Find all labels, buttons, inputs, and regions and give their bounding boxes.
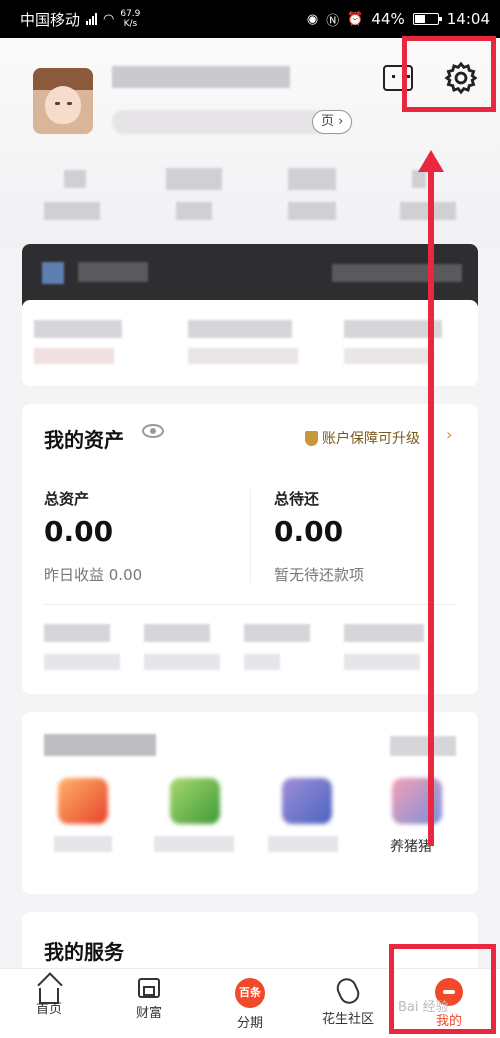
account-guarantee-link[interactable]: 账户保障可升级 (305, 428, 420, 448)
app-label-blurred (54, 836, 112, 852)
username-blurred (112, 66, 290, 88)
banner-logo-blurred (42, 262, 64, 284)
app-icon[interactable] (392, 778, 442, 824)
divider (250, 490, 251, 582)
shield-icon (305, 430, 318, 446)
quick-entry-sub-blurred (188, 348, 298, 364)
total-assets-value[interactable]: 0.00 (44, 515, 113, 548)
assets-title: 我的资产 (44, 428, 124, 452)
status-bar: 中国移动 ◠ 67.9 K/s ◉ Ⓝ ⏰ 44% 14:04 (0, 0, 500, 38)
banner-action-blurred (332, 264, 462, 282)
app-icon[interactable] (58, 778, 108, 824)
quick-entry-sub-blurred (344, 348, 434, 364)
clock: 14:04 (446, 10, 490, 28)
asset-item-blurred[interactable] (344, 624, 424, 642)
highlight-box-settings (402, 36, 496, 112)
services-title: 我的服务 (44, 940, 124, 964)
eye-comfort-icon: ◉ (306, 11, 319, 27)
profile-page-link[interactable]: 页 › (312, 110, 353, 134)
tab-wealth[interactable]: 财富 (114, 978, 184, 1021)
tab-label: 财富 (135, 1006, 162, 1021)
yesterday-income: 昨日收益 0.00 (44, 566, 143, 584)
avatar-face (45, 86, 81, 124)
divider (44, 604, 456, 605)
tab-installment[interactable]: 百条 分期 (215, 978, 285, 1031)
asset-item-sub-blurred (144, 654, 220, 670)
app-label-blurred (154, 836, 234, 852)
asset-item-blurred[interactable] (44, 624, 110, 642)
asset-item-blurred[interactable] (244, 624, 310, 642)
stat-label-blurred[interactable] (288, 202, 336, 220)
tab-label: 首页 (35, 1002, 62, 1017)
app-label-blurred (268, 836, 338, 852)
total-assets-label: 总资产 (44, 490, 90, 508)
network-speed: 67.9 K/s (120, 9, 141, 29)
signal-icon (86, 13, 98, 25)
wifi-icon: ◠ (103, 11, 115, 27)
stat-value-blurred (64, 170, 86, 188)
app-icon[interactable] (282, 778, 332, 824)
annotation-arrow (428, 168, 434, 846)
profile-page-label: 页 (321, 114, 335, 129)
nfc-icon: Ⓝ (326, 13, 340, 29)
installment-icon: 百条 (235, 978, 265, 1008)
quick-entry-blurred[interactable] (34, 320, 122, 338)
avatar-eye (67, 102, 72, 105)
battery-icon (412, 13, 442, 25)
pending-repay-label: 总待还 (274, 490, 320, 508)
app-label-yangzhuzhu: 养猪猪 (390, 839, 432, 855)
apps-more-blurred[interactable] (390, 736, 456, 756)
apps-title-blurred (44, 734, 156, 756)
pending-repay-value[interactable]: 0.00 (274, 515, 343, 548)
banner-text-blurred (78, 262, 148, 282)
alarm-icon: ⏰ (347, 11, 364, 27)
guarantee-label: 账户保障可升级 (322, 431, 420, 447)
quick-entry-blurred[interactable] (188, 320, 292, 338)
asset-item-sub-blurred (244, 654, 280, 670)
asset-item-blurred[interactable] (144, 624, 210, 642)
battery-percent: 44% (371, 10, 405, 28)
stat-value-blurred (288, 168, 336, 190)
tab-label: 分期 (236, 1016, 263, 1031)
annotation-arrow-head (418, 150, 444, 172)
tab-home[interactable]: 首页 (14, 978, 84, 1017)
quick-entry-card (22, 300, 478, 386)
chevron-right-icon[interactable]: › (446, 425, 452, 444)
avatar-eye (55, 102, 60, 105)
pending-repay-note: 暂无待还款项 (274, 566, 365, 584)
highlight-box-mine-tab (389, 944, 496, 1034)
wallet-icon (138, 978, 160, 998)
app-icon[interactable] (170, 778, 220, 824)
asset-item-sub-blurred (344, 654, 420, 670)
home-icon (39, 988, 59, 1004)
tab-community[interactable]: 花生社区 (313, 974, 383, 1027)
asset-item-sub-blurred (44, 654, 120, 670)
quick-entry-sub-blurred (34, 348, 114, 364)
carrier-label: 中国移动 (20, 10, 81, 29)
visibility-eye-icon[interactable] (142, 424, 164, 438)
stat-label-blurred[interactable] (44, 202, 100, 220)
tab-label: 花生社区 (321, 1012, 374, 1027)
stat-label-blurred[interactable] (176, 202, 212, 220)
stat-value-blurred (412, 170, 426, 188)
avatar[interactable] (33, 68, 93, 134)
stat-value-blurred (166, 168, 222, 190)
peanut-icon (333, 974, 363, 1008)
